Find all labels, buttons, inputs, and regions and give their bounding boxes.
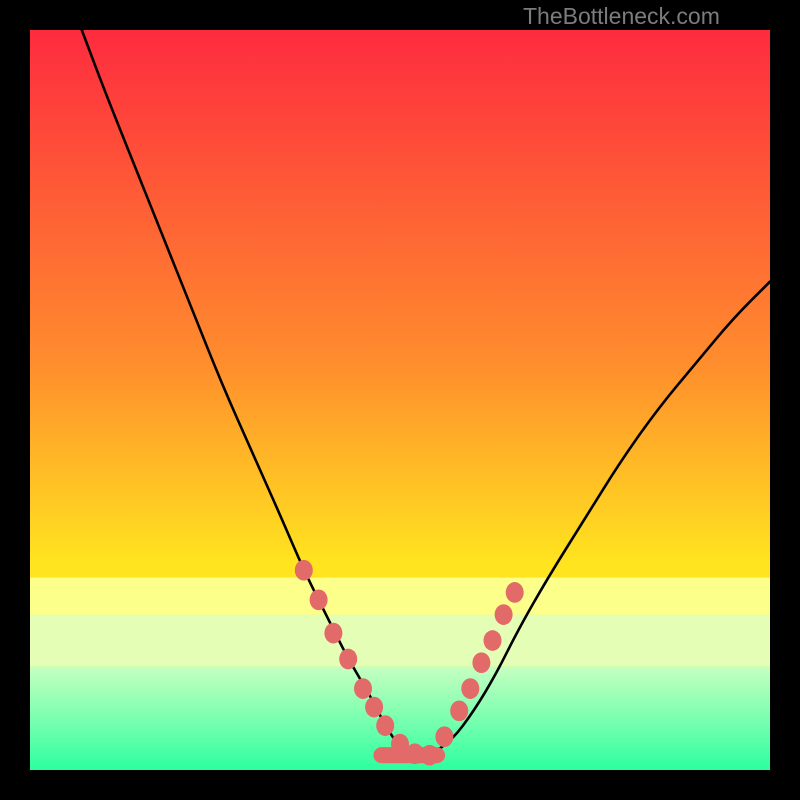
pale-band: [30, 615, 770, 667]
sample-point: [310, 589, 328, 610]
sample-point: [295, 560, 313, 581]
sample-point: [484, 630, 502, 651]
sample-point: [461, 678, 479, 699]
sample-point: [324, 623, 342, 644]
sample-point: [376, 715, 394, 736]
sample-point: [365, 697, 383, 718]
sample-point: [472, 652, 490, 673]
sample-point: [450, 700, 468, 721]
sample-point: [339, 649, 357, 670]
sample-point: [495, 604, 513, 625]
bottleneck-chart: [30, 30, 770, 770]
sample-point: [506, 582, 524, 603]
watermark-text: TheBottleneck.com: [523, 3, 720, 30]
sample-point: [421, 745, 439, 766]
sample-point: [435, 726, 453, 747]
sample-point: [354, 678, 372, 699]
lemon-band: [30, 578, 770, 615]
